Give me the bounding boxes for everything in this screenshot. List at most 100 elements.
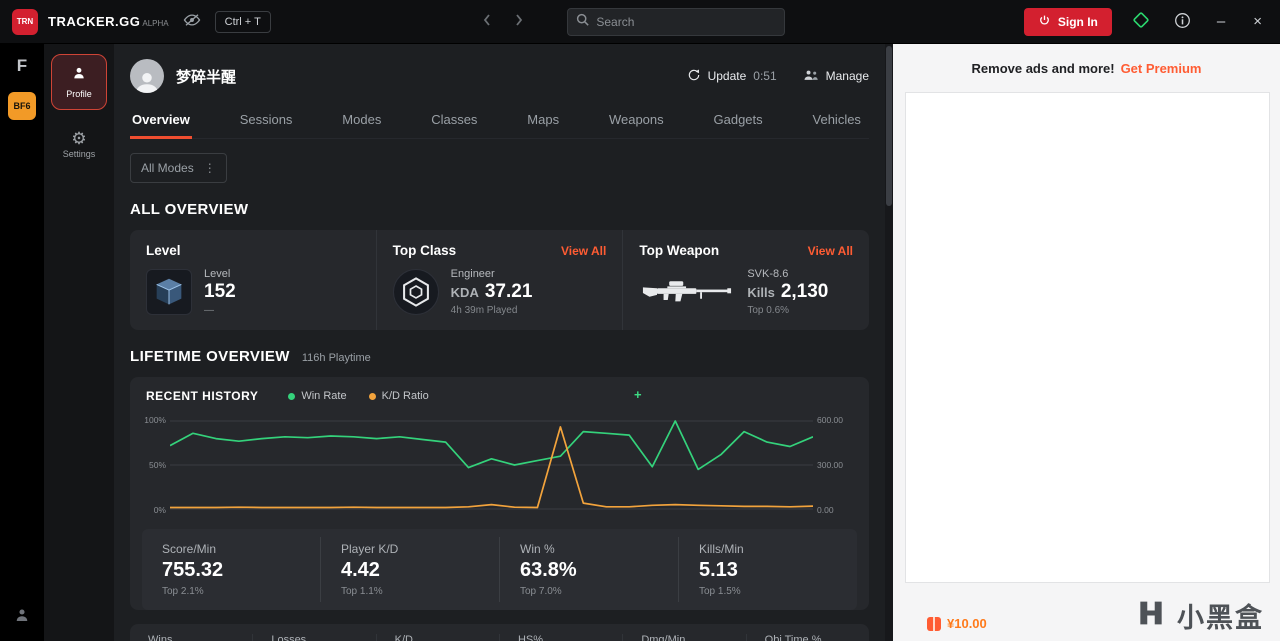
rail-favorites-item[interactable]: F: [17, 56, 27, 76]
recent-history-title: RECENT HISTORY: [146, 389, 259, 403]
tab-modes[interactable]: Modes: [340, 104, 383, 138]
refresh-icon: [687, 68, 701, 85]
tab-vehicles[interactable]: Vehicles: [811, 104, 863, 138]
ad-panel: Remove ads and more! Get Premium ¥10.00 …: [893, 44, 1280, 641]
update-label: Update: [707, 69, 747, 83]
legend-kd-ratio[interactable]: K/D Ratio: [368, 390, 429, 402]
y-left-100: 100%: [144, 415, 166, 425]
gear-icon: ⚙: [71, 129, 87, 148]
nav-item-profile[interactable]: Profile: [51, 54, 107, 110]
summary-cards: Level Level 152 — Top Class View All Eng…: [130, 230, 869, 330]
line-chart: [170, 413, 813, 517]
chart-legend: Win Rate K/D Ratio: [288, 390, 429, 402]
coupon-icon: [927, 616, 941, 631]
top-weapon-view-all[interactable]: View All: [808, 244, 853, 258]
level-value: 152: [204, 281, 236, 302]
info-button[interactable]: [1170, 8, 1195, 36]
level-label: Level: [204, 268, 231, 280]
search-icon: [576, 13, 590, 31]
chevron-left-icon: [483, 14, 491, 29]
app-window: TRN TRACKER.GGALPHA Ctrl + T Sign In: [0, 0, 1280, 641]
top-class-name: Engineer: [450, 268, 495, 280]
top-weapon-stat-label: Kills: [747, 285, 775, 300]
tab-maps[interactable]: Maps: [525, 104, 561, 138]
mode-filter-select[interactable]: All Modes ⋮: [130, 153, 227, 183]
sign-in-label: Sign In: [1057, 14, 1098, 29]
stat-losses: Losses 149: [252, 634, 375, 641]
gem-diamond-icon: [1132, 11, 1150, 32]
quick-stats-strip: Score/Min 755.32 Top 2.1% Player K/D 4.4…: [142, 529, 857, 610]
manage-label: Manage: [825, 69, 869, 83]
level-card-title: Level: [146, 243, 181, 258]
heybox-brand: 小黑盒: [1135, 596, 1264, 635]
top-weapon-card: Top Weapon View All SVK-8.6 Kills 2,130 …: [622, 230, 869, 330]
update-button[interactable]: Update 0:51: [687, 68, 777, 85]
history-nav: [479, 10, 527, 33]
forward-button[interactable]: [511, 10, 527, 33]
hotkey-pill[interactable]: Ctrl + T: [214, 10, 271, 33]
avatar[interactable]: [130, 59, 164, 93]
y-right-300: 300.00: [817, 460, 843, 470]
mode-filter-label: All Modes: [141, 161, 194, 175]
brand-name: TRACKER.GG ALPHA: [48, 13, 169, 29]
trn-logo[interactable]: TRN: [12, 8, 38, 35]
trn-logo-text: TRN: [16, 17, 34, 26]
chevron-right-icon: [515, 14, 523, 29]
section-nav: Profile ⚙ Settings: [44, 44, 114, 641]
kebab-menu-icon: ⋮: [203, 161, 216, 175]
rewards-button[interactable]: [1128, 7, 1154, 36]
premium-promo-bar: Remove ads and more! Get Premium: [893, 44, 1280, 92]
kd-ratio-dot: [368, 392, 376, 400]
sniper-rifle-icon: [639, 271, 735, 313]
lifetime-overview-heading: LIFETIME OVERVIEW 116h Playtime: [130, 348, 371, 365]
person-icon: [71, 65, 87, 86]
win-rate-dot: [288, 392, 296, 400]
y-right-0: 0.00: [817, 505, 834, 515]
recent-history-card: RECENT HISTORY Win Rate K/D Ratio + 100%…: [130, 377, 869, 610]
close-button[interactable]: ×: [1247, 11, 1268, 32]
top-class-card: Top Class View All Engineer KDA 37.21 4h…: [375, 230, 623, 330]
rail-bf6-item[interactable]: BF6: [8, 92, 36, 120]
level-crate-icon: [146, 269, 192, 315]
tab-overview[interactable]: Overview: [130, 104, 192, 139]
main-scrollbar[interactable]: [885, 44, 893, 641]
chart-region[interactable]: 100% 50% 0% 600.00 300.00 0.00: [130, 413, 869, 517]
ad-placeholder[interactable]: [905, 92, 1270, 583]
filter-row: All Modes ⋮: [130, 153, 869, 183]
search-input[interactable]: [596, 14, 777, 29]
tab-weapons[interactable]: Weapons: [607, 104, 666, 138]
info-icon: [1174, 12, 1191, 32]
back-button[interactable]: [479, 10, 495, 33]
y-left-0: 0%: [153, 505, 166, 515]
tab-classes[interactable]: Classes: [429, 104, 479, 138]
stream-hide-button[interactable]: [179, 9, 205, 34]
top-weapon-name: SVK-8.6: [747, 268, 789, 280]
stat-dmg-min: Dmg/Min 442.99 Top 6.0%: [622, 634, 745, 641]
tab-gadgets[interactable]: Gadgets: [712, 104, 765, 138]
profile-tabs: Overview Sessions Modes Classes Maps Wea…: [130, 104, 869, 139]
search-bar[interactable]: [567, 7, 786, 36]
profile-label: Profile: [66, 89, 92, 99]
rail-user-icon[interactable]: [13, 606, 31, 629]
top-class-view-all[interactable]: View All: [561, 244, 606, 258]
top-class-title: Top Class: [392, 243, 457, 258]
top-weapon-title: Top Weapon: [639, 243, 720, 258]
nav-item-settings[interactable]: ⚙ Settings: [63, 130, 96, 159]
scrollbar-thumb[interactable]: [886, 46, 892, 206]
minimize-button[interactable]: –: [1211, 11, 1231, 32]
legend-win-rate[interactable]: Win Rate: [288, 390, 347, 402]
sign-in-button[interactable]: Sign In: [1023, 7, 1112, 36]
brand-alpha-tag: ALPHA: [142, 18, 169, 28]
main-content: 梦碎半醒 Update 0:51 Manage Overview Session…: [114, 44, 893, 641]
people-icon: [803, 68, 819, 85]
playtime-label: 116h Playtime: [301, 352, 371, 364]
stat-player-kd: Player K/D 4.42 Top 1.1%: [320, 537, 499, 602]
y-left-50: 50%: [148, 460, 166, 470]
tab-sessions[interactable]: Sessions: [238, 104, 295, 138]
level-card: Level Level 152 —: [130, 230, 376, 330]
top-weapon-stat-value: 2,130: [780, 281, 829, 302]
eye-slash-icon: [183, 13, 201, 30]
get-premium-link[interactable]: Get Premium: [1121, 61, 1202, 76]
manage-button[interactable]: Manage: [803, 68, 869, 85]
promo-text: Remove ads and more!: [971, 60, 1115, 76]
